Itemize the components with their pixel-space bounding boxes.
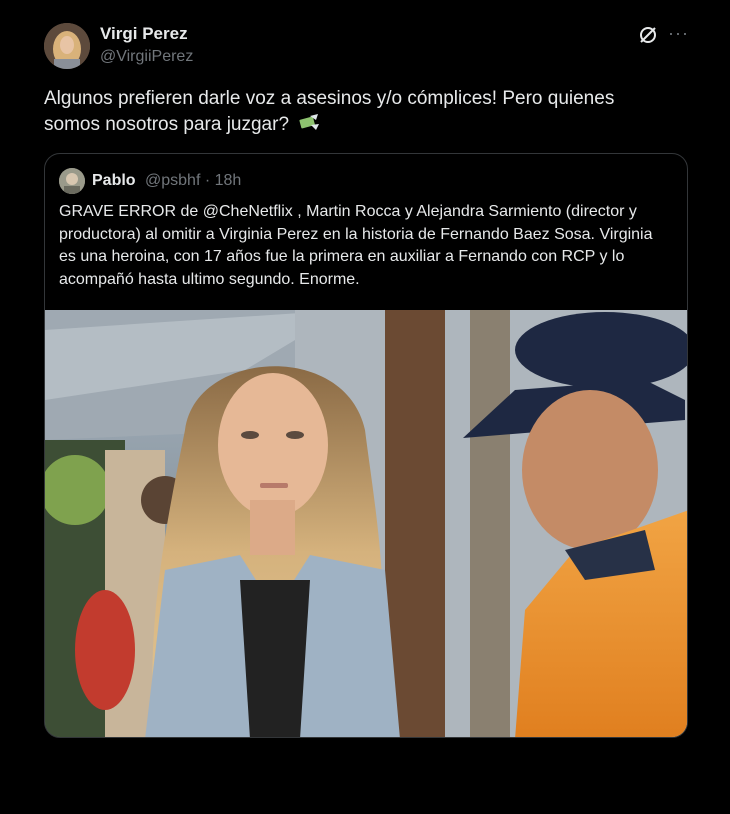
author-name[interactable]: Virgi Perez [100,24,188,44]
author-handle[interactable]: @VirgiiPerez [100,48,193,66]
quoted-author-name[interactable]: Pablo [92,172,136,190]
quoted-tweet-card[interactable]: Pablo @psbhf · 18h GRAVE ERROR de @CheNe… [44,153,688,738]
grok-icon[interactable] [637,24,659,46]
money-with-wings-icon [298,113,320,141]
quoted-author-avatar[interactable] [59,168,85,194]
more-icon[interactable]: ··· [668,22,692,44]
tweet-container: Virgi Perez @VirgiiPerez ··· Algunos pre… [0,0,730,814]
quoted-tweet-text: GRAVE ERROR de @CheNetflix , Martin Rocc… [59,203,653,288]
author-avatar[interactable] [44,23,90,69]
quoted-author-meta[interactable]: @psbhf · 18h [145,172,241,190]
tweet-text: Algunos prefieren darle voz a asesinos y… [44,86,674,141]
quoted-photo[interactable] [45,310,687,737]
tweet-text-content: Algunos prefieren darle voz a asesinos y… [44,88,615,135]
